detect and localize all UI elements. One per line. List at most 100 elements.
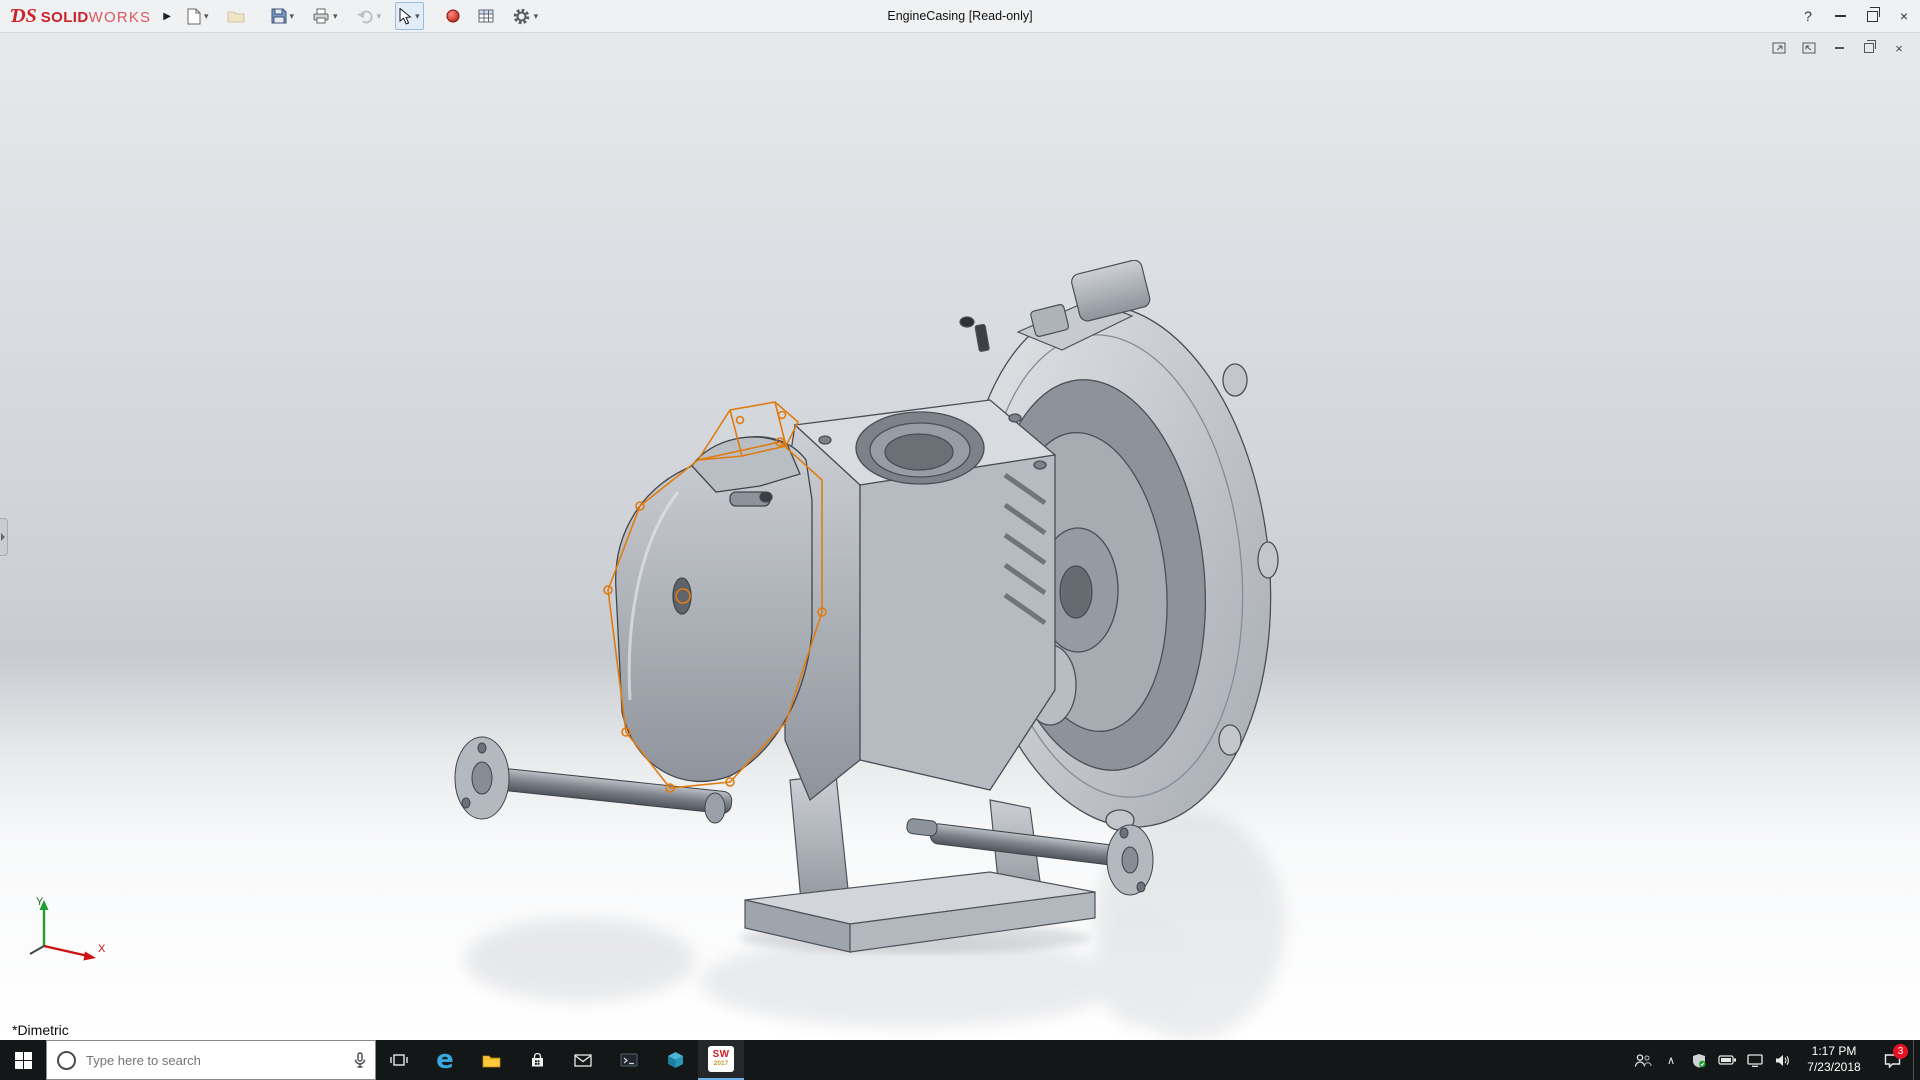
document-title: EngineCasing [Read-only] [887, 0, 1032, 32]
mounting-stand [745, 775, 1095, 952]
pane-icon [1802, 42, 1816, 54]
options-button[interactable]: ▾ [508, 2, 543, 30]
new-document-icon [187, 8, 201, 25]
document-window-controls: × [1770, 40, 1908, 56]
edge-icon: e [436, 1047, 454, 1073]
search-input[interactable] [84, 1052, 345, 1069]
undo-button[interactable]: ▾ [352, 2, 386, 30]
select-button[interactable]: ▾ [395, 2, 424, 30]
dropdown-arrow-icon[interactable]: ▾ [333, 12, 338, 21]
gear-icon [512, 7, 531, 26]
solidworks-logo: ƊS SOLID WORKS [0, 5, 159, 28]
tray-overflow-button[interactable]: ∧ [1657, 1040, 1685, 1080]
select-cursor-icon [399, 8, 412, 25]
clock-time: 1:17 PM [1812, 1044, 1857, 1060]
close-button[interactable]: × [1888, 0, 1920, 32]
brand-solid: SOLID [41, 9, 89, 26]
dropdown-arrow-icon[interactable]: ▾ [204, 12, 209, 21]
store-bag-icon [530, 1053, 545, 1068]
action-center-button[interactable]: 3 [1871, 1040, 1913, 1080]
clock-date: 7/23/2018 [1807, 1060, 1860, 1076]
view-orientation-label: *Dimetric [12, 1022, 69, 1038]
notification-badge: 3 [1893, 1044, 1908, 1059]
open-button[interactable] [223, 2, 249, 30]
graphics-viewport[interactable]: × Y X *Dimetric [0, 32, 1920, 1040]
taskbar-search[interactable] [46, 1040, 376, 1080]
people-icon [1634, 1053, 1652, 1068]
restore-icon [1864, 43, 1874, 53]
battery-icon [1718, 1055, 1737, 1065]
network-monitor-icon [1747, 1054, 1763, 1067]
engine-casing-model [430, 260, 1310, 1040]
document-close-button[interactable]: × [1890, 40, 1908, 56]
open-folder-icon [227, 9, 245, 23]
brand-works: WORKS [89, 9, 152, 26]
crankcase-block [785, 400, 1055, 800]
print-icon [312, 8, 330, 24]
system-tray: ∧ 1:17 PM 7/23/2018 3 [1629, 1040, 1920, 1080]
record-macro-button[interactable] [442, 2, 464, 30]
minimize-icon [1835, 47, 1844, 49]
shield-icon [1692, 1053, 1706, 1068]
speaker-icon [1775, 1054, 1791, 1067]
network-button[interactable] [1741, 1040, 1769, 1080]
orientation-triad[interactable]: Y X [14, 894, 114, 964]
minimize-icon [1835, 15, 1846, 17]
terminal-icon [620, 1053, 638, 1067]
document-minimize-button[interactable] [1830, 40, 1848, 56]
record-macro-icon [446, 9, 460, 23]
dropdown-arrow-icon[interactable]: ▾ [290, 12, 295, 21]
people-button[interactable] [1629, 1040, 1657, 1080]
task-view-button[interactable] [376, 1040, 422, 1080]
print-button[interactable]: ▾ [308, 2, 342, 30]
show-desktop-button[interactable] [1913, 1040, 1920, 1080]
properties-table-icon [478, 9, 494, 23]
document-restore-button[interactable] [1860, 40, 1878, 56]
triad-y-label: Y [36, 896, 44, 908]
app-terminal[interactable] [606, 1040, 652, 1080]
front-cover [616, 437, 812, 782]
cube-icon [667, 1051, 684, 1069]
toolbar-flyout-arrow-icon[interactable]: ▶ [163, 11, 171, 22]
undo-icon [356, 8, 374, 24]
pane-icon [1772, 42, 1786, 54]
restore-icon [1867, 11, 1878, 22]
dropdown-arrow-icon[interactable]: ▾ [415, 12, 420, 21]
windows-logo-icon [15, 1052, 32, 1069]
screen: ƊS SOLID WORKS ▶ ▾ ▾ ▾ ▾ [0, 0, 1920, 1080]
microphone-icon[interactable] [353, 1052, 367, 1068]
triad-x-label: X [98, 943, 106, 955]
solidworks-app-icon: SW 2017 [708, 1046, 734, 1072]
battery-button[interactable] [1713, 1040, 1741, 1080]
volume-button[interactable] [1769, 1040, 1797, 1080]
pane-toggle-button[interactable] [1770, 40, 1788, 56]
pane-toggle-button-2[interactable] [1800, 40, 1818, 56]
app-cad-viewer[interactable] [652, 1040, 698, 1080]
clock[interactable]: 1:17 PM 7/23/2018 [1797, 1040, 1871, 1080]
solidworks-icon-year: 2017 [714, 1061, 728, 1068]
solidworks-mark-icon: ƊS [10, 5, 37, 28]
help-button[interactable]: ? [1792, 0, 1824, 32]
save-icon [271, 8, 287, 24]
app-solidworks[interactable]: SW 2017 [698, 1040, 744, 1080]
app-edge[interactable]: e [422, 1040, 468, 1080]
cortana-icon[interactable] [57, 1051, 76, 1070]
start-button[interactable] [0, 1040, 46, 1080]
windows-taskbar: e SW 2017 ∧ [0, 1040, 1920, 1080]
feature-panel-collapse-tab[interactable] [0, 518, 8, 556]
app-store[interactable] [514, 1040, 560, 1080]
security-button[interactable] [1685, 1040, 1713, 1080]
file-explorer-icon [482, 1053, 501, 1068]
new-document-button[interactable]: ▾ [183, 2, 213, 30]
minimize-button[interactable] [1824, 0, 1856, 32]
dropdown-arrow-icon[interactable]: ▾ [534, 12, 539, 21]
app-mail[interactable] [560, 1040, 606, 1080]
app-file-explorer[interactable] [468, 1040, 514, 1080]
restore-button[interactable] [1856, 0, 1888, 32]
solidworks-icon-label: SW [712, 1050, 729, 1060]
title-bar: ƊS SOLID WORKS ▶ ▾ ▾ ▾ ▾ [0, 0, 1920, 33]
quick-access-toolbar: ▾ ▾ ▾ ▾ ▾ [183, 2, 542, 30]
save-button[interactable]: ▾ [267, 2, 299, 30]
dropdown-arrow-icon[interactable]: ▾ [377, 12, 382, 21]
file-properties-button[interactable] [474, 2, 498, 30]
